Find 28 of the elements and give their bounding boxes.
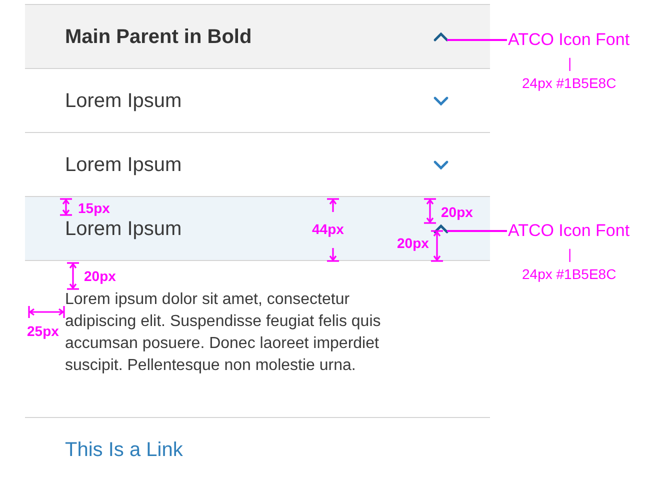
chevron-up-icon: [432, 222, 450, 236]
accordion-title: Lorem Ipsum: [65, 216, 182, 242]
dimension-arrow: [430, 230, 444, 262]
chevron-up-icon: [432, 30, 450, 44]
dimension-label: 15px: [78, 200, 110, 216]
dimension-arrow: [59, 198, 73, 216]
accordion-body-text: Lorem ipsum dolor sit amet, consectetur adipiscing elit. Suspendisse feugiat felis quis accumsan posuere. Donec laoreet imperdiet suscipit. Pellentesque non molestie urna.: [65, 290, 382, 376]
dimension-arrow: [28, 305, 65, 319]
dimension-label: 20px: [397, 235, 429, 251]
accordion-title: Lorem Ipsum: [65, 88, 182, 114]
dimension-label: 44px: [312, 221, 344, 237]
accordion-title: Main Parent in Bold: [65, 24, 252, 50]
dimension-label: 20px: [441, 204, 473, 220]
dimension-arrow: [423, 198, 437, 224]
annotation-separator: |: [568, 246, 572, 262]
link[interactable]: This Is a Link: [65, 434, 183, 464]
dimension-arrow: [66, 262, 80, 290]
dimension-label: 25px: [27, 323, 59, 339]
leader-line: [447, 39, 507, 40]
annotation-text: 24px #1B5E8C: [522, 75, 616, 91]
annotation-text: 24px #1B5E8C: [522, 266, 616, 282]
dimension-label: 20px: [84, 268, 116, 284]
annotation-text: ATCO Icon Font: [508, 221, 630, 241]
leader-line: [447, 230, 507, 232]
annotation-separator: |: [568, 55, 572, 71]
accordion-header[interactable]: Main Parent in Bold: [25, 5, 490, 69]
annotation-text: ATCO Icon Font: [508, 30, 630, 50]
accordion-title: Lorem Ipsum: [65, 152, 182, 178]
